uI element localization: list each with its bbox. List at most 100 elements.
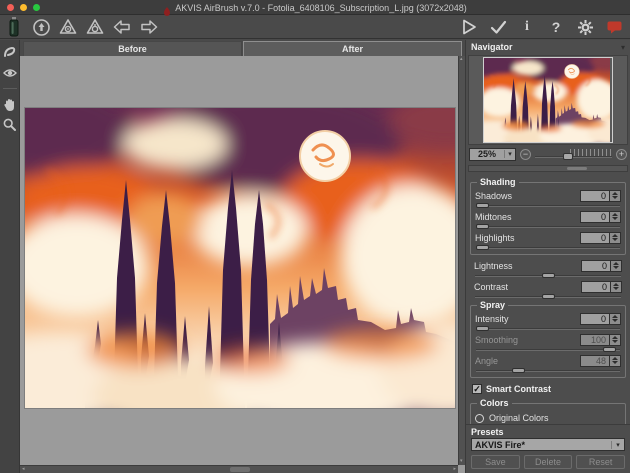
zoom-level-select[interactable]: 25% ▾ (469, 148, 516, 161)
presets-section: Presets AKVIS Fire* ▾ Save Delete Reset (466, 424, 630, 473)
export-presets-icon[interactable] (86, 18, 104, 36)
zoom-slider-ticks (570, 149, 612, 156)
navigator-header[interactable]: Navigator ▾ (466, 40, 630, 54)
intensity-label: Intensity (475, 314, 580, 324)
highlights-row: Highlights 0 (475, 231, 621, 244)
intensity-slider-handle[interactable] (476, 326, 489, 331)
preset-reset-button[interactable]: Reset (576, 455, 625, 469)
title-bar: AKVIS AirBrush v.7.0 - Fotolia_6408106_S… (0, 0, 630, 15)
toolbar: i ? (0, 16, 630, 39)
undo-icon[interactable] (113, 18, 131, 36)
settings-scrollbar-handle[interactable] (567, 167, 587, 170)
smart-contrast-label: Smart Contrast (486, 384, 551, 394)
midtones-slider[interactable] (476, 223, 620, 230)
preset-dropdown[interactable]: AKVIS Fire* ▾ (471, 438, 625, 451)
navigator-thumbnail[interactable] (484, 58, 612, 142)
feedback-bubble-icon[interactable] (605, 18, 623, 36)
smart-contrast-checkbox[interactable]: ✓ (472, 384, 482, 394)
midtones-value-input[interactable]: 0 (580, 211, 610, 223)
original-colors-radio[interactable] (475, 414, 484, 423)
about-info-icon[interactable]: i (518, 18, 536, 36)
preset-save-button[interactable]: Save (471, 455, 520, 469)
contrast-slider-handle[interactable] (542, 294, 555, 299)
zoom-caret-icon[interactable]: ▾ (504, 150, 515, 158)
scroll-down-icon[interactable]: ▾ (460, 459, 463, 464)
zoom-tool-icon[interactable] (2, 117, 17, 132)
presets-title: Presets (471, 427, 625, 438)
workspace: Before After (20, 40, 465, 473)
highlights-slider[interactable] (476, 244, 620, 251)
hscroll-handle[interactable] (230, 467, 250, 472)
lightness-spinner[interactable] (611, 260, 622, 272)
run-processing-icon[interactable] (460, 18, 478, 36)
crop-tool-icon[interactable] (2, 45, 17, 60)
smoothing-value-input[interactable]: 100 (580, 334, 610, 346)
midtones-slider-handle[interactable] (476, 224, 489, 229)
navigator-title: Navigator (471, 42, 513, 52)
apply-result-icon[interactable] (489, 18, 507, 36)
highlights-slider-handle[interactable] (476, 245, 489, 250)
zoom-slider[interactable] (535, 148, 612, 160)
original-colors-option[interactable]: Original Colors (475, 412, 621, 424)
scroll-left-icon[interactable]: ◂ (22, 467, 25, 472)
angle-spinner[interactable] (610, 355, 621, 367)
smoothing-spinner[interactable] (610, 334, 621, 346)
navigator-collapse-icon[interactable]: ▾ (621, 43, 625, 52)
smoothing-slider[interactable] (476, 346, 620, 353)
shadows-value-input[interactable]: 0 (580, 190, 610, 202)
shading-group: Shading Shadows 0 Midtones 0 (470, 182, 626, 255)
hand-pan-tool-icon[interactable] (2, 97, 17, 112)
zoom-controls: 25% ▾ − + (466, 145, 630, 163)
smart-contrast-row: ✓ Smart Contrast (469, 382, 627, 396)
scroll-up-icon[interactable]: ▴ (460, 57, 463, 62)
contrast-label: Contrast (474, 282, 581, 292)
window-title: AKVIS AirBrush v.7.0 - Fotolia_6408106_S… (175, 3, 467, 13)
lightness-slider[interactable] (475, 272, 621, 279)
image-canvas[interactable] (20, 56, 458, 465)
zoom-out-button[interactable]: − (520, 149, 531, 160)
intensity-row: Intensity 0 (475, 312, 621, 325)
tab-after[interactable]: After (243, 41, 462, 56)
zoom-in-button[interactable]: + (616, 149, 627, 160)
intensity-spinner[interactable] (610, 313, 621, 325)
tab-before[interactable]: Before (23, 41, 242, 56)
angle-slider-handle[interactable] (512, 368, 525, 373)
app-window: AKVIS AirBrush v.7.0 - Fotolia_6408106_S… (0, 0, 630, 473)
contrast-value-input[interactable]: 0 (581, 281, 611, 293)
intensity-value-input[interactable]: 0 (580, 313, 610, 325)
zoom-slider-handle[interactable] (563, 153, 573, 160)
settings-scrollbar[interactable] (468, 165, 628, 172)
scroll-right-icon[interactable]: ▸ (453, 467, 456, 472)
intensity-slider[interactable] (476, 325, 620, 332)
preset-caret-icon[interactable]: ▾ (611, 441, 624, 449)
processed-image[interactable] (25, 108, 455, 408)
canvas-vscrollbar[interactable]: ▴ ▾ (458, 56, 465, 465)
contrast-slider[interactable] (475, 293, 621, 300)
highlights-value-input[interactable]: 0 (580, 232, 610, 244)
quick-preview-eye-icon[interactable] (2, 65, 17, 80)
smoothing-label: Smoothing (475, 335, 580, 345)
shadows-slider-handle[interactable] (476, 203, 489, 208)
preferences-gear-icon[interactable] (576, 18, 594, 36)
angle-label: Angle (475, 356, 580, 366)
shadows-spinner[interactable] (610, 190, 621, 202)
import-presets-icon[interactable] (59, 18, 77, 36)
shadows-slider[interactable] (476, 202, 620, 209)
lightness-slider-handle[interactable] (542, 273, 555, 278)
angle-value-input[interactable]: 48 (580, 355, 610, 367)
angle-slider[interactable] (476, 367, 620, 374)
highlights-spinner[interactable] (610, 232, 621, 244)
spray-group: Spray Intensity 0 Smoothing 100 (470, 305, 626, 378)
preset-delete-button[interactable]: Delete (524, 455, 573, 469)
open-image-icon[interactable] (32, 18, 50, 36)
preset-current-value: AKVIS Fire* (472, 440, 611, 450)
lightness-value-input[interactable]: 0 (581, 260, 611, 272)
redo-icon[interactable] (140, 18, 158, 36)
help-icon[interactable]: ? (547, 18, 565, 36)
canvas-hscrollbar[interactable]: ◂ ▸ (20, 465, 458, 473)
original-colors-label: Original Colors (489, 413, 549, 423)
midtones-spinner[interactable] (610, 211, 621, 223)
midtones-label: Midtones (475, 212, 580, 222)
smoothing-slider-handle[interactable] (603, 347, 616, 352)
contrast-spinner[interactable] (611, 281, 622, 293)
